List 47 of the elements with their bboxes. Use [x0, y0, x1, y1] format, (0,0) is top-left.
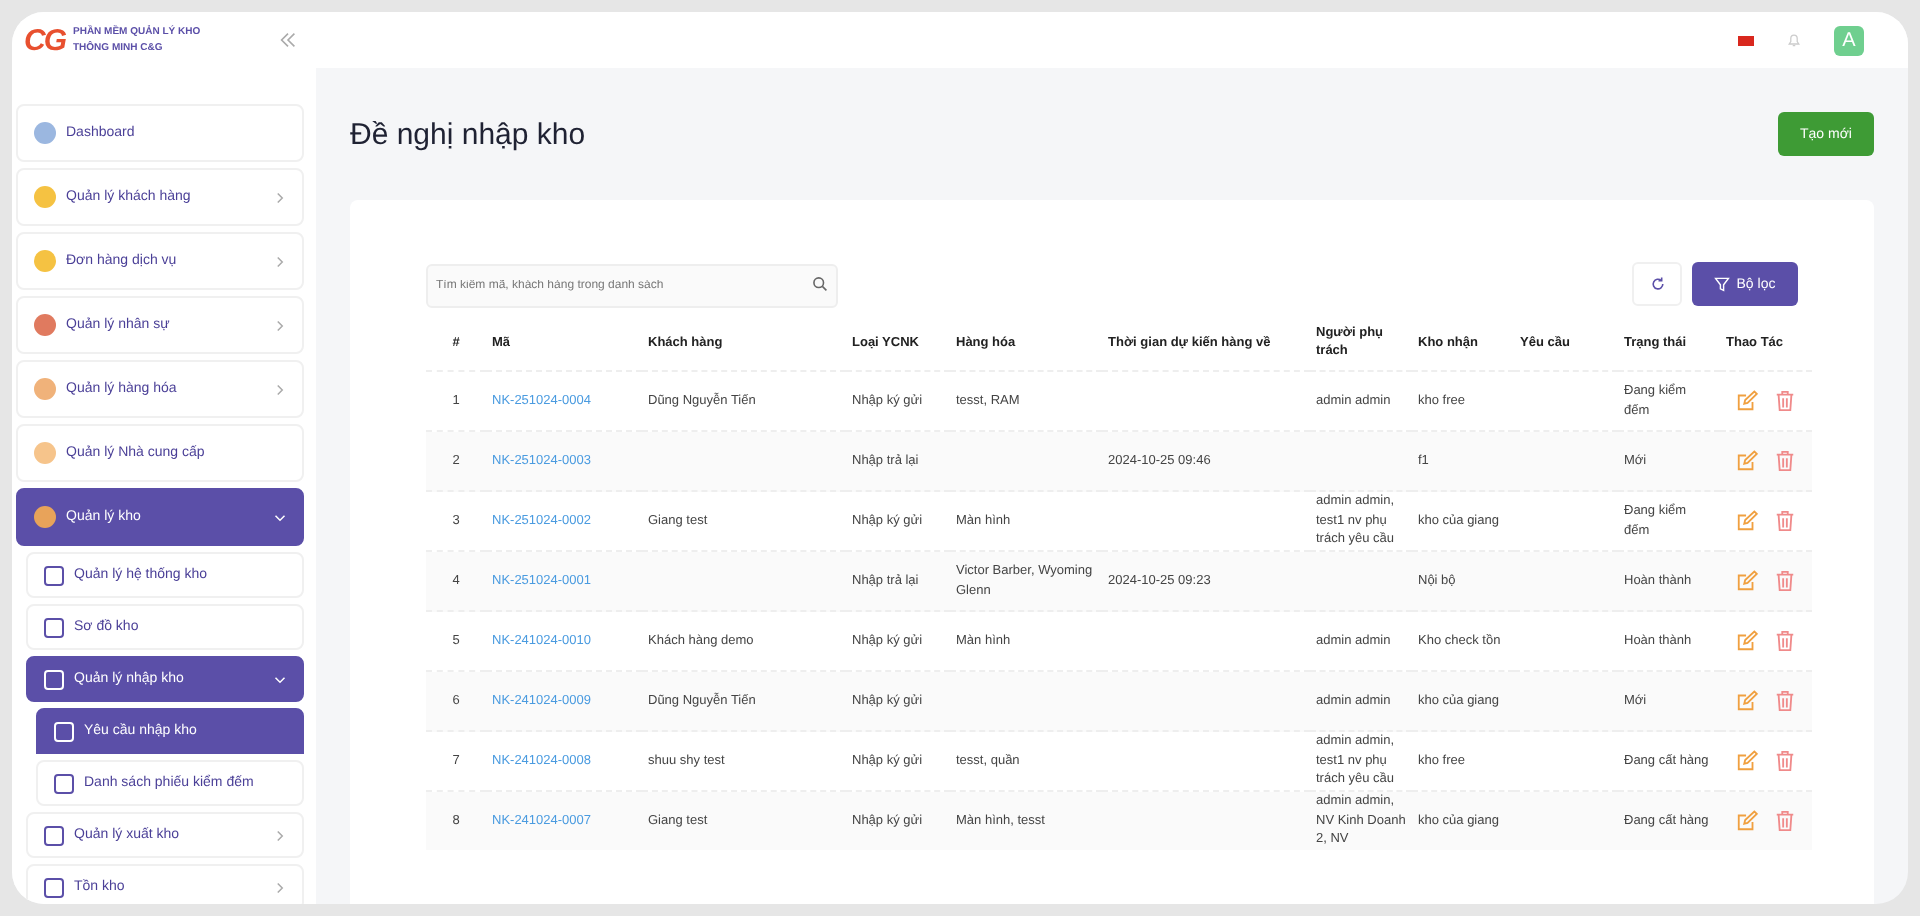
delete-icon[interactable]: [1774, 750, 1796, 772]
chevron-icon: [274, 673, 286, 685]
chevron-icon: [274, 881, 286, 893]
menu-icon: [44, 565, 64, 585]
chevron-icon: [274, 319, 286, 331]
edit-icon[interactable]: [1736, 810, 1758, 832]
menu-icon: [34, 314, 56, 336]
delete-icon[interactable]: [1774, 450, 1796, 472]
menu-icon: [54, 773, 74, 793]
chevron-icon: [274, 383, 286, 395]
edit-icon[interactable]: [1736, 390, 1758, 412]
edit-icon[interactable]: [1736, 750, 1758, 772]
menu-icon: [44, 877, 64, 897]
chevron-icon: [274, 511, 286, 523]
delete-icon[interactable]: [1774, 570, 1796, 592]
menu-icon: [44, 669, 64, 689]
edit-icon[interactable]: [1736, 570, 1758, 592]
edit-icon[interactable]: [1736, 450, 1758, 472]
collapse-icon[interactable]: [280, 32, 296, 48]
menu-icon: [34, 442, 56, 464]
menu-icon: [44, 617, 64, 637]
chevron-icon: [274, 829, 286, 841]
delete-icon[interactable]: [1774, 630, 1796, 652]
menu-icon: [34, 122, 56, 144]
menu-icon: [34, 250, 56, 272]
edit-icon[interactable]: [1736, 510, 1758, 532]
page-title: Đề nghị nhập kho: [350, 117, 586, 151]
menu-icon: [44, 825, 64, 845]
chevron-icon: [274, 255, 286, 267]
chevron-icon: [274, 191, 286, 203]
delete-icon[interactable]: [1774, 810, 1796, 832]
logo: CG: [24, 23, 65, 57]
delete-icon[interactable]: [1774, 690, 1796, 712]
menu-icon: [34, 378, 56, 400]
bell-icon[interactable]: [1786, 32, 1802, 48]
delete-icon[interactable]: [1774, 510, 1796, 532]
filter-icon: [1714, 276, 1731, 292]
edit-icon[interactable]: [1736, 690, 1758, 712]
menu-icon: [34, 506, 56, 528]
refresh-icon: [1649, 276, 1665, 292]
flag-icon[interactable]: [1738, 35, 1754, 45]
menu-icon: [54, 721, 74, 741]
edit-icon[interactable]: [1736, 630, 1758, 652]
menu-icon: [34, 186, 56, 208]
search-icon: [812, 276, 828, 292]
refresh-button[interactable]: [1632, 262, 1682, 306]
delete-icon[interactable]: [1774, 390, 1796, 412]
